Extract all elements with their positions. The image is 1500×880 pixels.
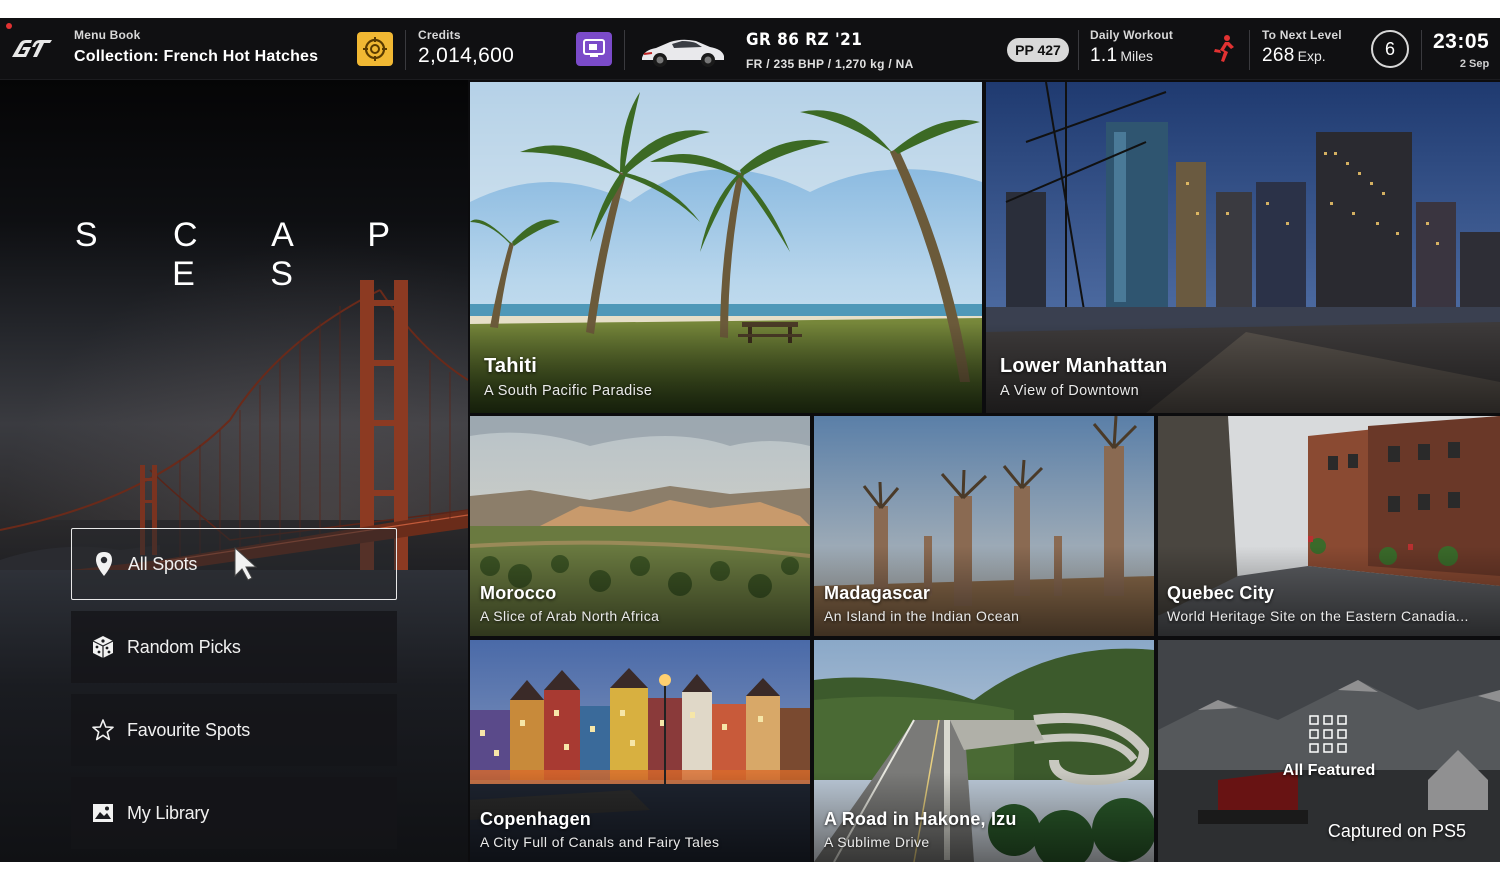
daily-workout-value: 1.1 — [1090, 45, 1118, 66]
spot-caption: Tahiti A South Pacific Paradise — [484, 355, 972, 399]
next-level-info: To Next Level 268 Exp. — [1262, 28, 1342, 67]
car-name: GR 86 RZ '21 — [746, 30, 863, 50]
menu-item-label: Random Picks — [127, 636, 241, 657]
clock-time: 23:05 — [1433, 30, 1490, 53]
spot-tile-quebec-city[interactable]: Quebec City World Heritage Site on the E… — [1158, 416, 1500, 636]
daily-workout-label: Daily Workout — [1090, 28, 1174, 42]
spot-subtitle: World Heritage Site on the Eastern Canad… — [1167, 608, 1469, 624]
car-info[interactable]: GR 86 RZ '21 FR / 235 BHP / 1,270 kg / N… — [746, 30, 914, 71]
spot-subtitle: A Sublime Drive — [824, 834, 930, 850]
spot-caption: A Road in Hakone, Izu A Sublime Drive — [824, 809, 1144, 850]
divider — [624, 30, 625, 70]
spot-caption: Lower Manhattan A View of Downtown — [1000, 355, 1490, 399]
clock-date: 2 Sep — [1459, 58, 1490, 70]
menu-item-label: Favourite Spots — [127, 719, 251, 740]
map-pin-icon — [92, 552, 116, 576]
all-featured-label: All Featured — [1282, 762, 1376, 779]
next-level-value: 268 — [1262, 45, 1295, 66]
menu-item-label: My Library — [127, 802, 210, 823]
scapes-sidebar: S C A P E S All Spots Random Picks Favou… — [0, 80, 468, 862]
daily-workout-info[interactable]: Daily Workout 1.1 Miles — [1090, 28, 1173, 67]
menu-item-my-library[interactable]: My Library — [71, 777, 397, 849]
page-title: S C A P E S — [74, 216, 424, 293]
spot-subtitle: An Island in the Indian Ocean — [824, 608, 1020, 624]
menu-item-label: All Spots — [128, 553, 198, 574]
spot-tile-hakone-izu[interactable]: A Road in Hakone, Izu A Sublime Drive — [814, 640, 1154, 862]
level-badge: 6 — [1371, 30, 1409, 68]
car-spec: FR / 235 BHP / 1,270 kg / NA — [746, 57, 914, 71]
divider — [1249, 30, 1250, 70]
spot-title: Copenhagen — [480, 809, 592, 829]
all-featured-tile[interactable]: All Featured Captured on PS5 — [1158, 640, 1500, 862]
spot-title: Tahiti — [484, 355, 538, 377]
spot-tile-tahiti[interactable]: Tahiti A South Pacific Paradise — [470, 82, 982, 413]
spot-title: Lower Manhattan — [1000, 355, 1168, 377]
spot-subtitle: A View of Downtown — [1000, 383, 1140, 399]
menu-book-info[interactable]: Menu Book Collection: French Hot Hatches — [74, 28, 318, 66]
credits-value: 2,014,600 — [418, 44, 515, 67]
spot-caption: Quebec City World Heritage Site on the E… — [1167, 583, 1494, 624]
spot-subtitle: A Slice of Arab North Africa — [480, 608, 660, 624]
grid-icon — [1309, 715, 1347, 753]
menu-book-value: Collection: French Hot Hatches — [74, 48, 319, 65]
daily-workout-unit: Miles — [1120, 48, 1153, 64]
spot-title: A Road in Hakone, Izu — [824, 809, 1017, 829]
pointer-cursor-icon — [234, 546, 258, 581]
spot-subtitle: A South Pacific Paradise — [484, 383, 653, 399]
car-thumbnail-icon[interactable] — [636, 32, 728, 70]
divider — [405, 30, 406, 70]
divider — [1421, 30, 1422, 70]
spot-caption: Madagascar An Island in the Indian Ocean — [824, 583, 1144, 624]
spot-tile-copenhagen[interactable]: Copenhagen A City Full of Canals and Fai… — [470, 640, 810, 862]
spot-tile-morocco[interactable]: Morocco A Slice of Arab North Africa — [470, 416, 810, 636]
next-level-unit: Exp. — [1297, 48, 1326, 64]
spot-tile-madagascar[interactable]: Madagascar An Island in the Indian Ocean — [814, 416, 1154, 636]
spot-title: Quebec City — [1167, 583, 1275, 603]
menu-item-favourite-spots[interactable]: Favourite Spots — [71, 694, 397, 766]
image-icon — [91, 801, 115, 825]
menu-book-icon[interactable] — [357, 32, 393, 66]
spot-title: Morocco — [480, 583, 557, 603]
runner-icon — [1214, 35, 1234, 62]
pp-badge: PP 427 — [1007, 38, 1069, 62]
clock: 23:05 2 Sep — [1433, 30, 1489, 70]
game-screen: Menu Book Collection: French Hot Hatches… — [0, 18, 1500, 862]
capture-watermark: Captured on PS5 — [1327, 821, 1466, 841]
star-icon — [91, 718, 115, 742]
next-level-label: To Next Level — [1262, 28, 1342, 42]
menu-item-random-picks[interactable]: Random Picks — [71, 611, 397, 683]
credits-info: Credits 2,014,600 — [418, 28, 514, 68]
spot-caption: Copenhagen A City Full of Canals and Fai… — [480, 809, 800, 850]
spot-title: Madagascar — [824, 583, 931, 603]
top-status-bar: Menu Book Collection: French Hot Hatches… — [0, 18, 1500, 80]
recording-dot-icon — [6, 23, 12, 29]
dice-icon — [91, 635, 115, 659]
gt-logo-icon[interactable] — [10, 35, 54, 63]
menu-book-label: Menu Book — [74, 28, 141, 42]
spot-tile-lower-manhattan[interactable]: Lower Manhattan A View of Downtown — [986, 82, 1500, 413]
credits-label: Credits — [418, 28, 461, 42]
divider — [1078, 30, 1079, 70]
gift-car-icon[interactable] — [576, 32, 612, 66]
spot-subtitle: A City Full of Canals and Fairy Tales — [480, 834, 720, 850]
spot-caption: Morocco A Slice of Arab North Africa — [480, 583, 800, 624]
